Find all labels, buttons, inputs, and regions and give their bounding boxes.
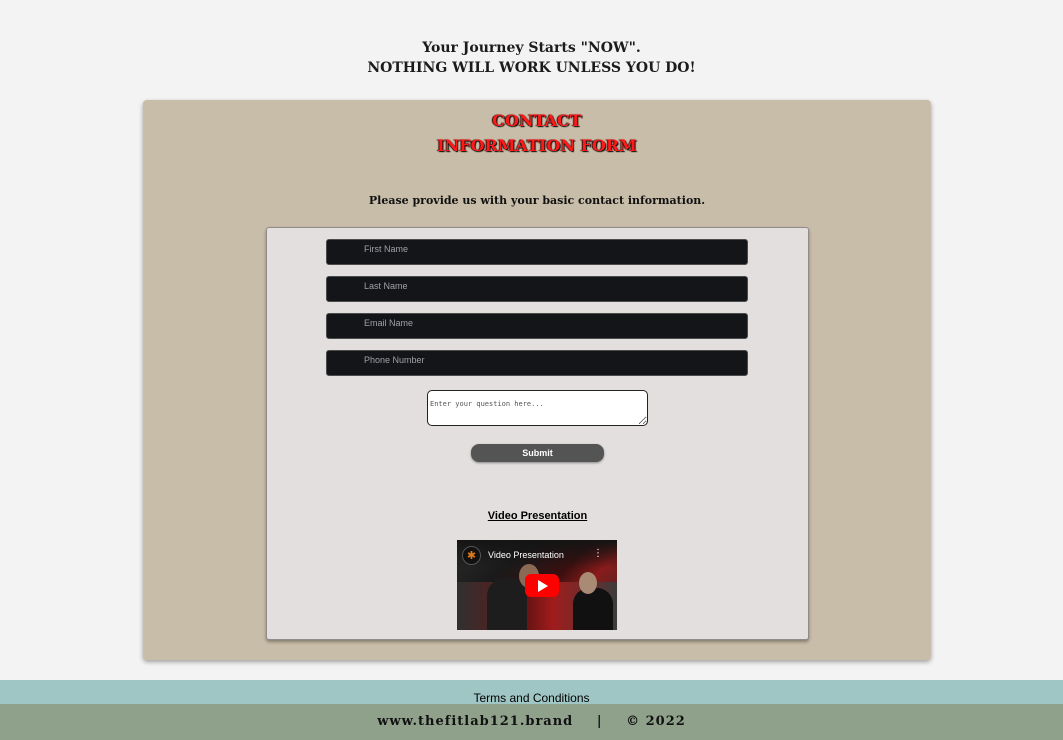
terms-and-conditions-link[interactable]: Terms and Conditions bbox=[473, 691, 589, 705]
form-instructions: Please provide us with your basic contac… bbox=[368, 194, 706, 207]
footer-separator: | bbox=[596, 714, 603, 729]
submit-button[interactable]: Submit bbox=[471, 444, 604, 462]
footer-site-url: www.thefitlab121.brand bbox=[377, 714, 574, 729]
video-embed[interactable]: ✱ Video Presentation ⋮ bbox=[457, 540, 617, 630]
channel-avatar-icon[interactable]: ✱ bbox=[462, 546, 481, 565]
last-name-input[interactable] bbox=[327, 277, 747, 301]
email-field[interactable] bbox=[326, 313, 748, 339]
video-thumbnail-head bbox=[579, 572, 597, 594]
phone-input[interactable] bbox=[327, 351, 747, 375]
form-inner-box: Submit Video Presentation ✱ Video Presen… bbox=[266, 227, 809, 640]
last-name-field[interactable] bbox=[326, 276, 748, 302]
footer-site-bar: www.thefitlab121.brand | © 2022 bbox=[0, 704, 1063, 740]
video-presentation-link[interactable]: Video Presentation bbox=[267, 510, 808, 522]
email-input[interactable] bbox=[327, 314, 747, 338]
contact-form-panel: CONTACT INFORMATION FORM Please provide … bbox=[143, 100, 931, 660]
first-name-field[interactable] bbox=[326, 239, 748, 265]
question-textarea[interactable] bbox=[427, 390, 648, 426]
video-embed-title[interactable]: Video Presentation bbox=[488, 550, 564, 560]
tagline-line-2: NOTHING WILL WORK UNLESS YOU DO! bbox=[367, 60, 696, 76]
form-title: CONTACT INFORMATION FORM bbox=[143, 108, 931, 158]
video-thumbnail-person bbox=[487, 578, 527, 630]
tagline-line-1: Your Journey Starts "NOW". bbox=[422, 40, 641, 56]
header-tagline: Your Journey Starts "NOW". NOTHING WILL … bbox=[0, 38, 1063, 78]
form-title-line-2: INFORMATION FORM bbox=[437, 136, 637, 155]
footer-copyright: © 2022 bbox=[626, 714, 686, 729]
form-title-line-1: CONTACT bbox=[492, 111, 582, 130]
footer-terms-bar: Terms and Conditions bbox=[0, 680, 1063, 705]
play-button-icon[interactable] bbox=[525, 574, 559, 597]
first-name-input[interactable] bbox=[327, 240, 747, 264]
phone-field[interactable] bbox=[326, 350, 748, 376]
more-options-icon[interactable]: ⋮ bbox=[593, 548, 603, 559]
video-thumbnail-person bbox=[573, 588, 613, 630]
play-triangle-icon bbox=[538, 580, 548, 592]
